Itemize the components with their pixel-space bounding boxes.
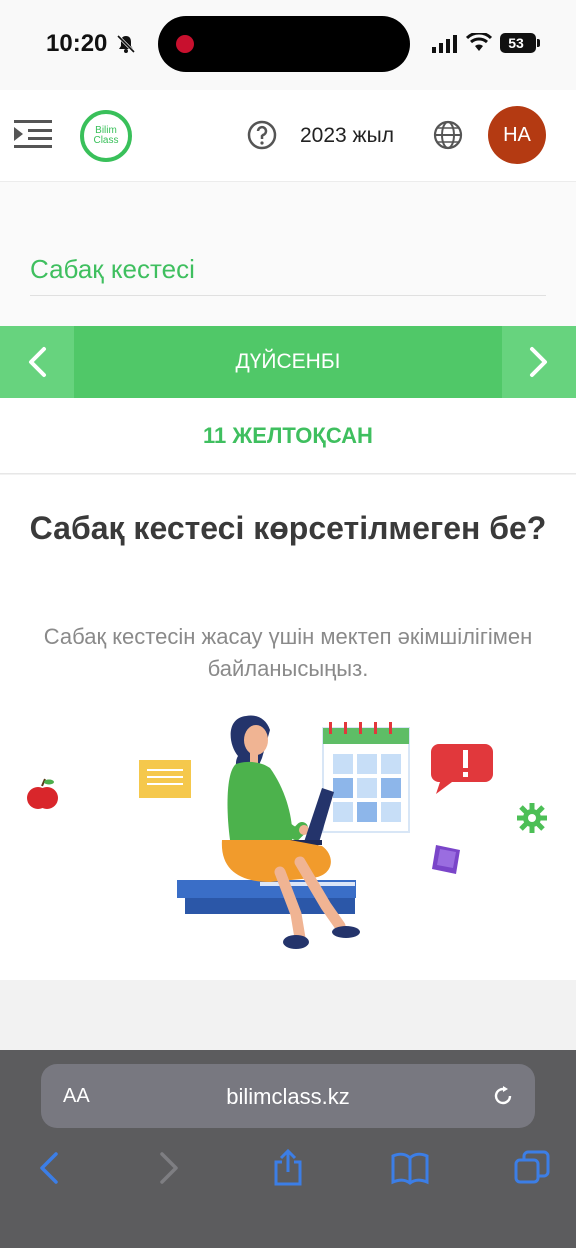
gear-icon <box>517 803 547 833</box>
address-bar[interactable]: AA bilimclass.kz <box>41 1064 535 1128</box>
logo-text-2: Class <box>93 135 119 146</box>
battery-level: 53 <box>508 35 524 51</box>
status-bar: 10:20 53 <box>0 0 576 90</box>
forward-icon <box>160 1152 178 1184</box>
tabs-icon[interactable] <box>512 1148 552 1188</box>
menu-toggle-icon[interactable] <box>14 118 52 150</box>
wifi-icon <box>466 33 492 51</box>
note-icon <box>139 760 191 798</box>
previous-day-button[interactable] <box>0 326 74 398</box>
status-time: 10:20 <box>46 30 108 57</box>
cellular-signal-icon <box>432 35 457 53</box>
browser-bar: AA bilimclass.kz <box>0 1050 576 1248</box>
empty-schedule-illustration <box>27 715 547 949</box>
title-divider <box>30 295 546 296</box>
chevron-right-icon <box>530 347 547 377</box>
next-day-button[interactable] <box>502 326 576 398</box>
help-icon[interactable] <box>247 120 277 150</box>
calendar-icon <box>322 722 410 833</box>
recording-indicator-icon <box>176 35 194 53</box>
day-label: ДҮЙСЕНБІ <box>235 350 341 373</box>
day-navigator: ДҮЙСЕНБІ <box>0 326 576 398</box>
bookmarks-icon[interactable] <box>390 1148 430 1188</box>
empty-state: Сабақ кестесі көрсетілмеген бе? Сабақ ке… <box>0 475 576 980</box>
empty-state-title: Сабақ кестесі көрсетілмеген бе? <box>29 510 547 546</box>
dynamic-island <box>158 16 410 72</box>
battery-icon: 53 <box>500 33 540 53</box>
share-icon[interactable] <box>268 1148 308 1188</box>
page-title-area: Сабақ кестесі <box>0 182 576 326</box>
url-text[interactable]: bilimclass.kz <box>41 1084 535 1110</box>
year-selector[interactable]: 2023 жыл <box>300 124 394 148</box>
page-title: Сабақ кестесі <box>30 254 195 284</box>
bell-muted-icon <box>116 34 136 54</box>
chevron-left-icon <box>29 347 46 377</box>
empty-state-text: Сабақ кестесін жасау үшін мектеп әкімшіл… <box>43 624 533 681</box>
globe-language-icon[interactable] <box>433 120 463 150</box>
reload-icon[interactable] <box>491 1084 515 1108</box>
apple-icon <box>27 778 58 809</box>
back-icon[interactable] <box>30 1148 70 1188</box>
purple-book-icon <box>432 845 460 874</box>
app-header: Bilim Class 2023 жыл НА <box>0 90 576 182</box>
bilimclass-logo[interactable]: Bilim Class <box>80 110 132 162</box>
date-row: 11 ЖЕЛТОҚСАН <box>0 398 576 474</box>
avatar[interactable]: НА <box>488 106 546 164</box>
alert-bubble-icon <box>431 744 493 794</box>
date-label: 11 ЖЕЛТОҚСАН <box>203 423 373 448</box>
